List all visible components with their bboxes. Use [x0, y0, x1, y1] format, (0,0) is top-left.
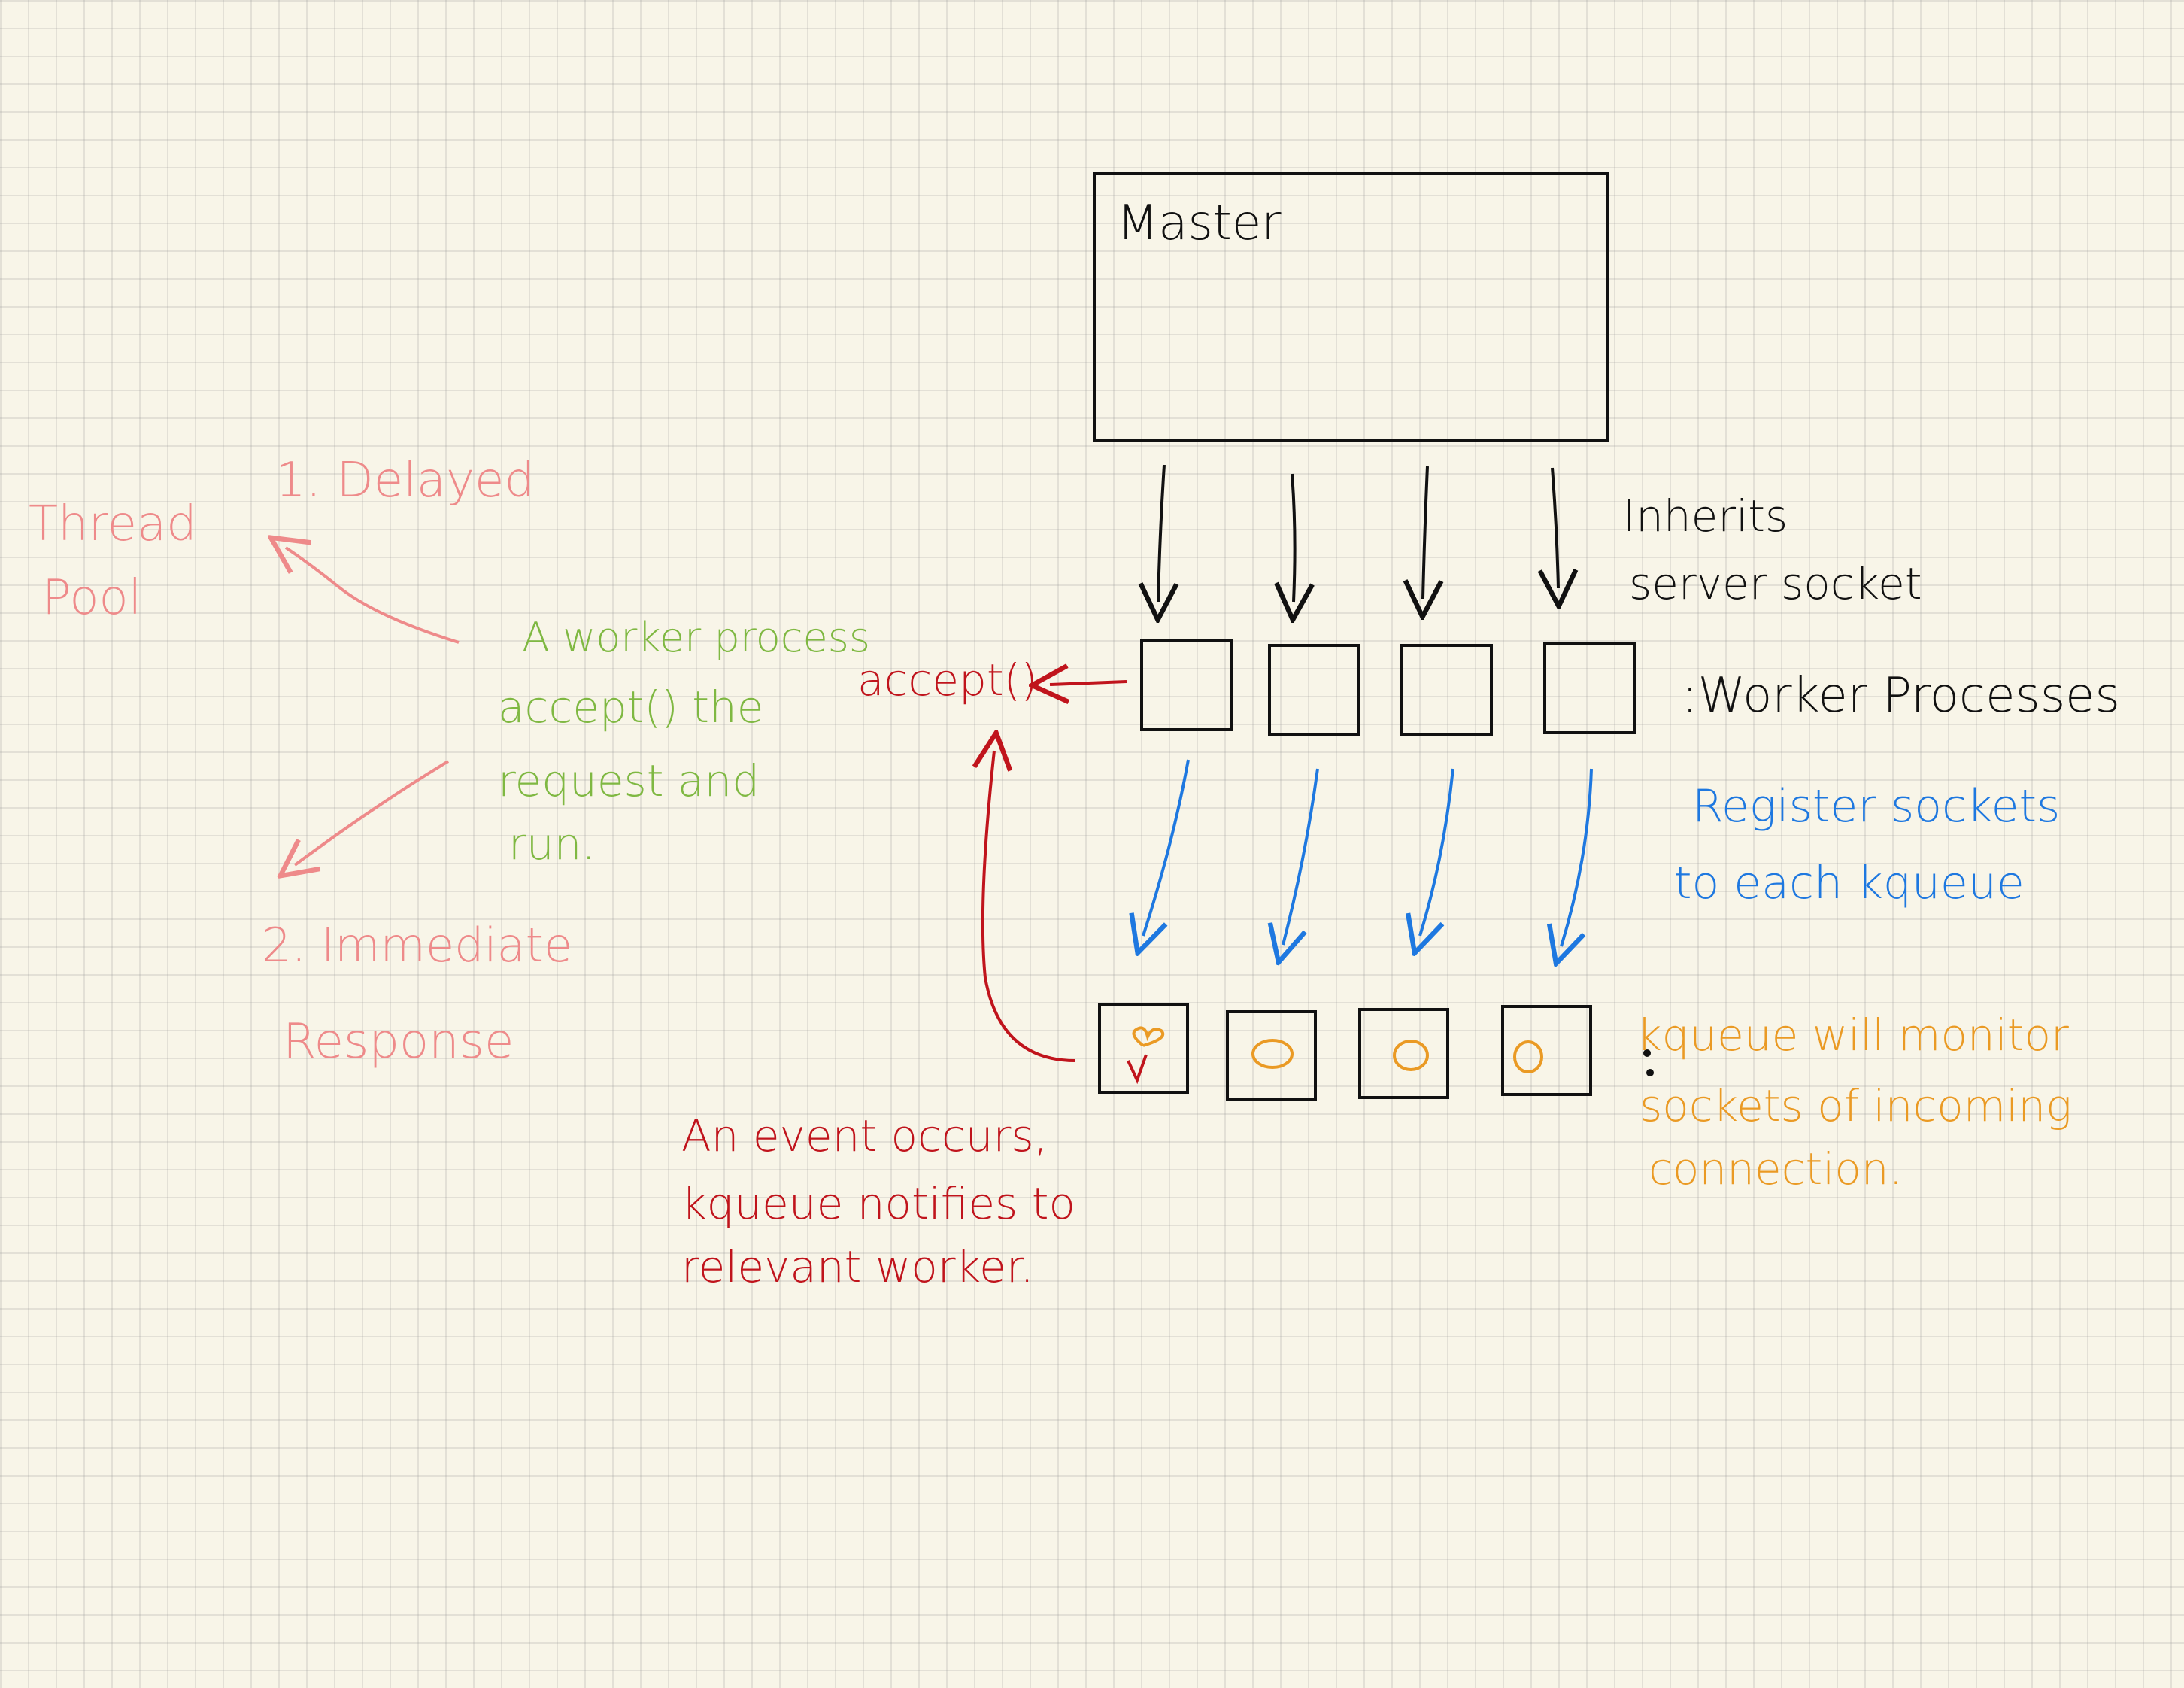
thread-pool-line2: Pool: [42, 570, 141, 626]
immediate-line2: Response: [283, 1014, 514, 1070]
register-line1: Register sockets: [1692, 780, 2060, 833]
register-line2: to each kqueue: [1674, 857, 2025, 909]
register-arrow-3: [1420, 768, 1454, 936]
immediate-arrow: [295, 760, 450, 865]
inherit-arrow-1: [1158, 464, 1164, 602]
kqueue-note-line1: kqueue will monitor: [1636, 1009, 2069, 1061]
kqueue-boxes: [1098, 1003, 1592, 1101]
inherit-arrow-3: [1423, 466, 1427, 599]
worker-boxes: [1140, 639, 1636, 736]
register-arrow-2: [1283, 768, 1319, 945]
notify-arrow: [983, 751, 1076, 1062]
register-arrow-1: [1143, 759, 1190, 936]
inherit-arrows: [1158, 464, 1558, 602]
register-arrows: [1143, 759, 1593, 946]
accept-arrow: [1050, 682, 1127, 685]
socket-3: [1393, 1040, 1429, 1071]
worker-box-2: [1268, 644, 1360, 736]
green-note-line1: A worker process: [522, 614, 870, 661]
diagram-canvas: Master Inherits server socket :Worker Pr…: [29, 172, 2120, 1292]
green-note-line3: request and: [498, 755, 760, 806]
socket-2: [1251, 1039, 1294, 1069]
inherits-line2: server socket: [1629, 558, 1922, 609]
delayed-label: 1. Delayed: [275, 453, 535, 509]
kqueue-colon-dot-2: [1646, 1069, 1654, 1076]
kqueue-note-line3: connection.: [1649, 1143, 1903, 1195]
green-note-line2: accept() the: [498, 682, 763, 733]
kqueue-box-3: [1358, 1008, 1449, 1099]
master-label: Master: [1117, 196, 1282, 251]
inherit-arrow-4: [1552, 467, 1558, 588]
socket-active: [1132, 1026, 1165, 1047]
kqueue-box-2: [1226, 1010, 1317, 1101]
delayed-arrow: [286, 548, 460, 644]
checkmark-icon: [1127, 1054, 1148, 1085]
green-note-line4: run.: [508, 818, 596, 870]
event-note-line1: An event occurs,: [681, 1110, 1048, 1161]
socket-4: [1513, 1040, 1543, 1073]
thread-pool-line1: Thread: [29, 496, 197, 552]
kqueue-note-line2: sockets of incoming: [1640, 1080, 2072, 1131]
event-note-line2: kqueue notifies to: [681, 1178, 1075, 1229]
register-arrow-4: [1561, 768, 1593, 946]
event-note-line3: relevant worker.: [681, 1241, 1034, 1292]
inherit-arrow-2: [1292, 473, 1295, 602]
worker-box-1: [1140, 639, 1233, 731]
accept-label: accept(): [857, 654, 1038, 706]
immediate-line1: 2. Immediate: [262, 918, 572, 973]
kqueue-sockets: [1132, 1026, 1543, 1073]
worker-box-3: [1400, 644, 1493, 736]
inherits-line1: Inherits: [1623, 490, 1788, 542]
kqueue-box-1: [1098, 1003, 1189, 1094]
workers-label: :Worker Processes: [1682, 668, 2120, 724]
worker-box-4: [1543, 642, 1636, 734]
